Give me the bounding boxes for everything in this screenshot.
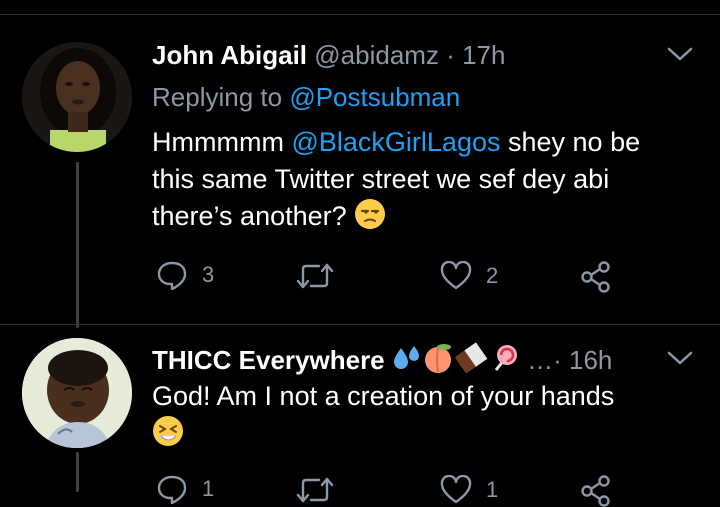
handle[interactable]: @abidamz	[314, 40, 439, 70]
thread-line	[76, 452, 79, 492]
reply-icon	[157, 475, 187, 504]
share-button[interactable]	[580, 475, 612, 507]
tweet-text: Hmmmmm @BlackGirlLagos shey no be this s…	[152, 127, 641, 231]
tweet-text: God! Am I not a creation of your hands	[152, 378, 614, 452]
like-button[interactable]: 2	[440, 261, 498, 291]
chevron-down-icon[interactable]	[666, 44, 694, 64]
share-icon	[581, 261, 610, 293]
mention-link[interactable]: @BlackGirlLagos	[291, 127, 500, 157]
like-icon	[440, 261, 472, 290]
sneezing-face-emoji	[153, 416, 183, 446]
display-name[interactable]: THICC Everywhere …· 16h	[152, 342, 612, 376]
unamused-face-emoji	[355, 199, 386, 229]
chocolate-bar-emoji	[455, 342, 488, 373]
display-name[interactable]: John Abigail @abidamz · 17h	[152, 40, 505, 71]
reply-button[interactable]: 3	[156, 260, 214, 290]
top-divider	[0, 14, 720, 15]
retweet-button[interactable]	[296, 261, 334, 291]
reply-count: 3	[202, 262, 215, 287]
replying-handle-link[interactable]: @Postsubman	[289, 82, 460, 112]
replying-to: Replying to @Postsubman	[152, 82, 461, 112]
timestamp[interactable]: · 17h	[446, 40, 505, 70]
retweet-button[interactable]	[296, 475, 334, 505]
like-icon	[440, 475, 472, 504]
avatar[interactable]	[22, 338, 132, 448]
sweat-droplets-emoji	[393, 346, 419, 369]
reply-icon	[157, 261, 187, 290]
retweet-icon	[296, 263, 334, 289]
reply-count: 1	[202, 476, 215, 501]
like-button[interactable]: 1	[440, 475, 498, 505]
share-button[interactable]	[580, 261, 612, 293]
peach-emoji	[424, 344, 451, 373]
lollipop-emoji	[494, 345, 517, 371]
tweet-divider	[0, 324, 720, 325]
avatar[interactable]	[22, 42, 132, 152]
timestamp[interactable]: …· 16h	[527, 345, 612, 375]
thread-line	[76, 162, 79, 328]
share-icon	[581, 475, 610, 507]
like-count: 1	[486, 477, 499, 502]
reply-button[interactable]: 1	[156, 474, 214, 504]
like-count: 2	[486, 263, 499, 288]
retweet-icon	[296, 477, 334, 503]
chevron-down-icon[interactable]	[666, 348, 694, 368]
